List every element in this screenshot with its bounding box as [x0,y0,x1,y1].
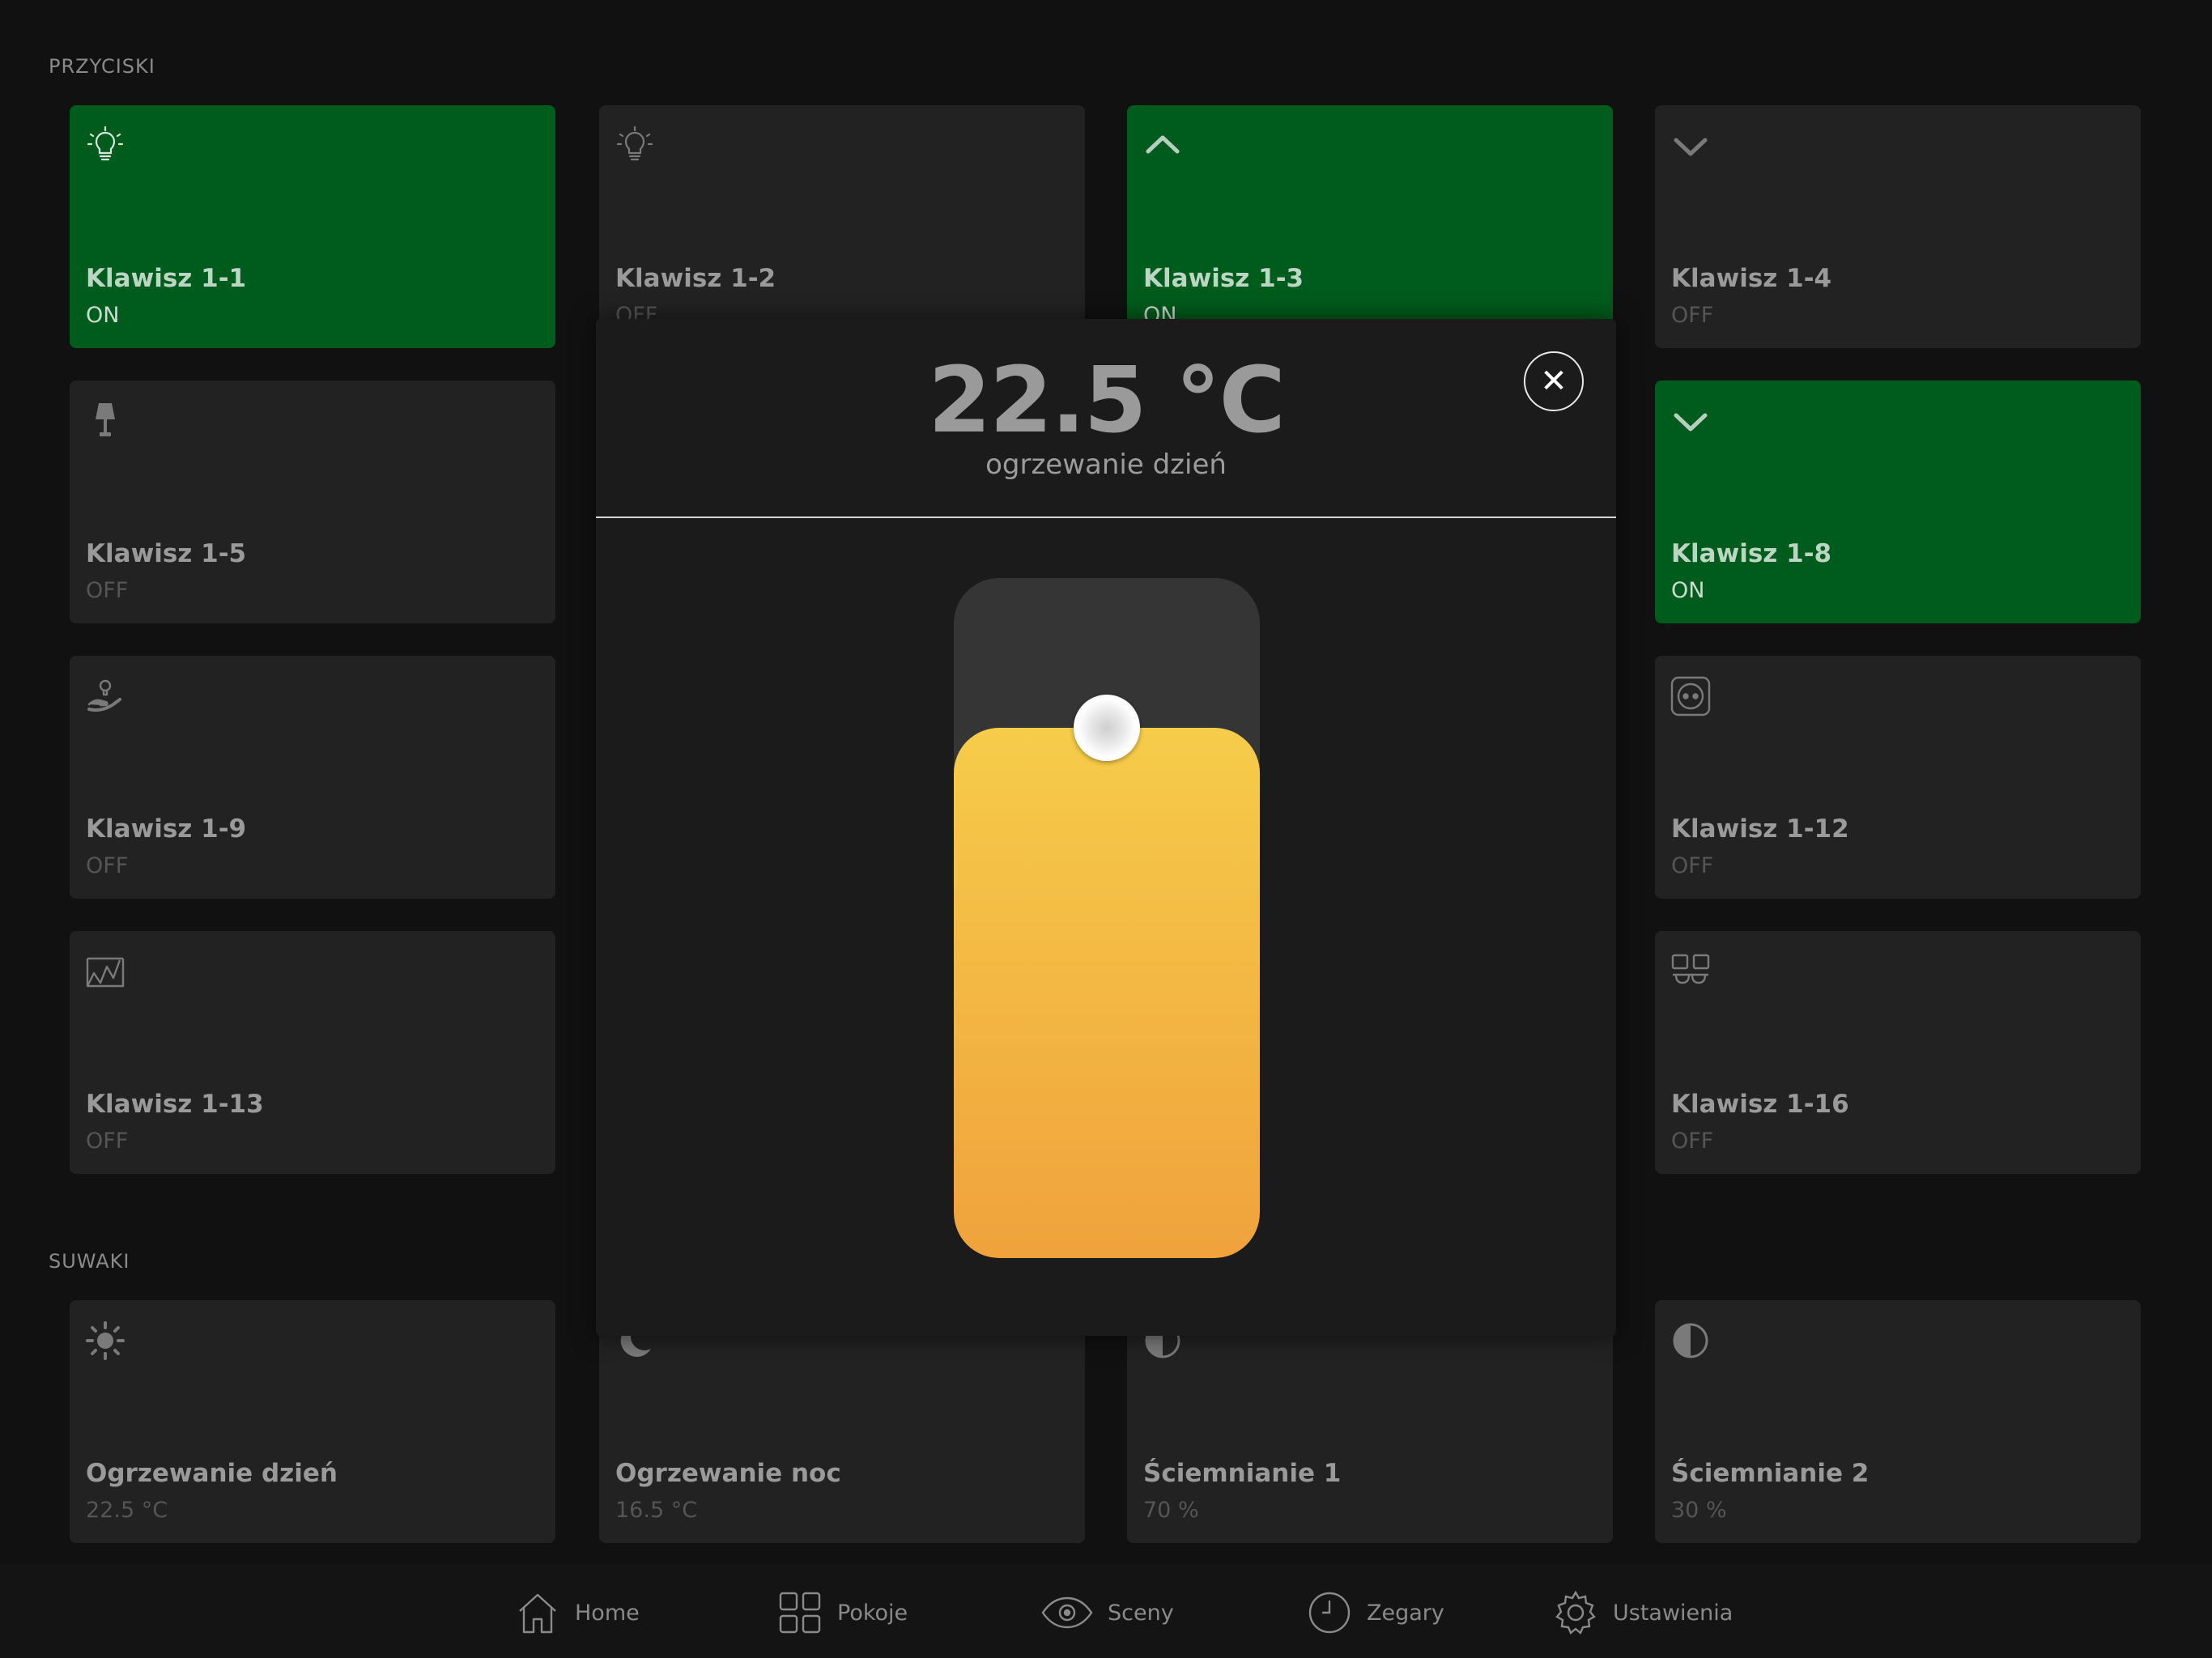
slider-value: 70 % [1143,1498,1199,1523]
scene-icon [1670,950,1712,993]
nav-home-label: Home [575,1600,640,1626]
slider-value: 30 % [1671,1498,1727,1523]
nav-scenes[interactable]: Sceny [1041,1588,1174,1637]
nav-clocks[interactable]: Zegary [1307,1588,1444,1637]
section-label-sliders: SUWAKI [49,1250,130,1273]
nav-rooms[interactable]: Pokoje [777,1588,908,1637]
modal-value: 22.5 °C [928,348,1286,453]
tile-name: Klawisz 1-1 [86,264,247,293]
tile-klawisz-1-1[interactable]: Klawisz 1-1 ON [70,105,555,348]
tile-name: Klawisz 1-8 [1671,539,1832,568]
modal-divider [596,517,1616,518]
lightbulb-icon [84,125,126,167]
half-circle-icon [1670,1320,1712,1362]
slider-name: Ogrzewanie dzień [86,1459,338,1488]
tile-state: OFF [1671,1129,1714,1154]
home-icon [519,1593,556,1634]
chevron-up-icon [1142,125,1184,167]
tile-name: Klawisz 1-12 [1671,814,1849,844]
tile-klawisz-1-5[interactable]: Klawisz 1-5 OFF [70,380,555,623]
tile-name: Klawisz 1-16 [1671,1090,1849,1119]
tile-name: Klawisz 1-2 [615,264,776,293]
tile-state: ON [86,303,120,328]
tile-state: OFF [1671,853,1714,878]
slider-value: 16.5 °C [615,1498,698,1523]
chevron-down-icon [1670,400,1712,442]
slider-name: Ściemnianie 1 [1143,1459,1342,1488]
gear-icon [1555,1590,1596,1635]
slider-handle[interactable] [1074,695,1140,761]
section-label-buttons: PRZYCISKI [49,55,155,78]
chevron-down-icon [1670,125,1712,167]
tile-name: Klawisz 1-3 [1143,264,1304,293]
vertical-slider-track[interactable] [954,578,1260,1258]
blinds-icon [84,950,126,993]
lightbulb-icon [614,125,656,167]
close-icon: ✕ [1540,363,1568,400]
tile-klawisz-1-16[interactable]: Klawisz 1-16 OFF [1655,931,2141,1174]
tile-state: ON [1671,578,1705,603]
tile-name: Klawisz 1-4 [1671,264,1832,293]
slider-value: 22.5 °C [86,1498,168,1523]
slider-tile-ogrzewanie-dzien[interactable]: Ogrzewanie dzień 22.5 °C [70,1300,555,1543]
nav-scenes-label: Sceny [1108,1600,1174,1626]
grid-icon [779,1592,821,1634]
vertical-slider-fill [954,728,1260,1258]
tile-name: Klawisz 1-9 [86,814,247,844]
tile-klawisz-1-4[interactable]: Klawisz 1-4 OFF [1655,105,2141,348]
tile-klawisz-1-3[interactable]: Klawisz 1-3 ON [1127,105,1613,348]
nav-rooms-label: Pokoje [837,1600,908,1626]
screen: PRZYCISKI Klawisz 1-1 ON Klawisz 1-2 OFF… [0,0,2212,1658]
eye-icon [1041,1596,1093,1629]
tile-state: OFF [86,578,129,603]
slider-name: Ogrzewanie noc [615,1459,841,1488]
tile-name: Klawisz 1-13 [86,1090,264,1119]
nav-home[interactable]: Home [515,1588,640,1637]
tile-name: Klawisz 1-5 [86,539,247,568]
tile-state: OFF [86,1129,129,1154]
hand-bulb-icon [84,675,126,717]
tile-klawisz-1-2[interactable]: Klawisz 1-2 OFF [599,105,1085,348]
socket-icon [1670,675,1712,717]
slider-tile-ogrzewanie-noc[interactable]: Ogrzewanie noc 16.5 °C [599,1300,1085,1543]
nav-clocks-label: Zegary [1367,1600,1444,1626]
tile-state: OFF [1671,303,1714,328]
slider-tile-sciemnianie-1[interactable]: Ściemnianie 1 70 % [1127,1300,1613,1543]
tile-klawisz-1-9[interactable]: Klawisz 1-9 OFF [70,656,555,899]
nav-settings[interactable]: Ustawienia [1553,1588,1733,1637]
modal-subtitle: ogrzewanie dzień [985,449,1227,481]
bottom-nav: Home Pokoje Sceny Zegary Ustawienia [0,1564,2212,1658]
tile-klawisz-1-12[interactable]: Klawisz 1-12 OFF [1655,656,2141,899]
slider-tile-sciemnianie-2[interactable]: Ściemnianie 2 30 % [1655,1300,2141,1543]
sun-icon [84,1320,126,1362]
lamp-icon [84,400,126,442]
tile-klawisz-1-13[interactable]: Klawisz 1-13 OFF [70,931,555,1174]
slider-modal: 22.5 °C ogrzewanie dzień ✕ [596,319,1616,1336]
close-button[interactable]: ✕ [1524,351,1584,411]
tile-klawisz-1-8[interactable]: Klawisz 1-8 ON [1655,380,2141,623]
clock-icon [1308,1592,1351,1634]
slider-name: Ściemnianie 2 [1671,1459,1870,1488]
tile-state: OFF [86,853,129,878]
nav-settings-label: Ustawienia [1613,1600,1733,1626]
